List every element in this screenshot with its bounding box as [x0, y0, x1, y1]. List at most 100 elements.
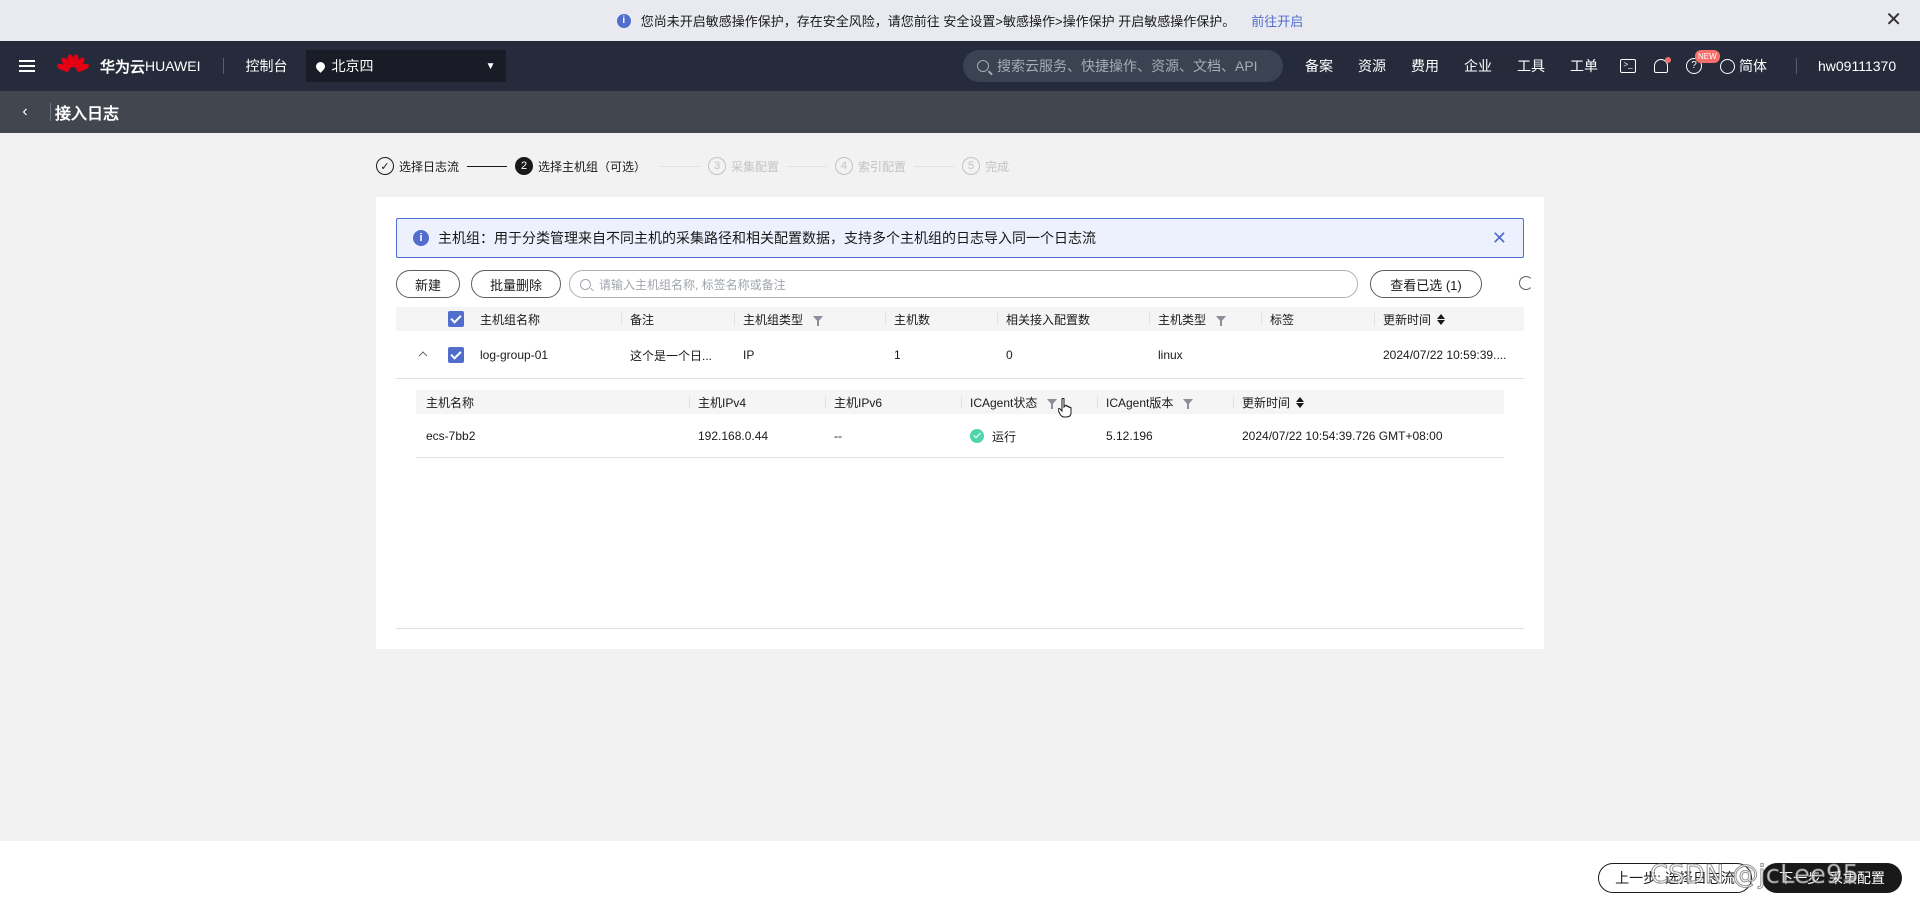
region-select[interactable]: 北京四 ▼ — [305, 50, 506, 82]
language-switch[interactable]: 简体 — [1720, 56, 1767, 76]
step-label: 选择日志流 — [399, 159, 460, 174]
security-notice-bar: i 您尚未开启敏感操作保护，存在安全风险，请您前往 安全设置>敏感操作>操作保护… — [0, 0, 1920, 41]
globe-icon — [1720, 58, 1735, 74]
sort-icon[interactable] — [1296, 396, 1305, 408]
table-toolbar: 新建 批量删除 请输入主机组名称, 标签名称或备注 查看已选 (1) — [396, 270, 1533, 298]
nav-link-tools[interactable]: 工具 — [1517, 56, 1545, 76]
info-icon: i — [616, 13, 631, 28]
col-header-group-type: 主机组类型 — [734, 307, 824, 331]
search-placeholder: 请输入主机组名称, 标签名称或备注 — [599, 277, 786, 292]
step-connector — [660, 165, 701, 167]
host-row[interactable]: ecs-7bb2 192.168.0.44 -- 运行 5.12.196 202… — [416, 414, 1504, 458]
new-host-group-button[interactable]: 新建 — [396, 270, 460, 298]
notice-enable-link[interactable]: 前往开启 — [1251, 11, 1303, 30]
col-header-agent-status: ICAgent状态 — [961, 390, 1058, 414]
menu-icon[interactable] — [0, 41, 54, 91]
filter-icon[interactable] — [1216, 316, 1227, 326]
step-finish: 5 完成 — [962, 157, 1009, 175]
step-collection-config: 3 采集配置 — [708, 157, 779, 175]
filter-icon[interactable] — [813, 316, 824, 326]
sort-icon[interactable] — [1437, 313, 1446, 325]
table-row[interactable]: log-group-01 这个是一个日... IP 1 0 linux 2024… — [396, 331, 1524, 379]
host-group-name: log-group-01 — [480, 348, 549, 362]
agent-status-text: 运行 — [992, 429, 1017, 444]
batch-delete-button[interactable]: 批量删除 — [471, 270, 561, 298]
checkbox-checked-icon — [448, 311, 464, 327]
step-number: 2 — [515, 157, 534, 175]
host-ipv4: 192.168.0.44 — [698, 429, 769, 443]
step-label: 索引配置 — [858, 159, 907, 174]
nav-link-billing[interactable]: 费用 — [1411, 56, 1439, 76]
console-link[interactable]: 控制台 — [246, 56, 288, 76]
step-connector — [914, 165, 955, 167]
step-label: 选择主机组（可选） — [538, 159, 647, 174]
close-icon[interactable]: ✕ — [1885, 10, 1902, 30]
nav-link-enterprise[interactable]: 企业 — [1464, 56, 1492, 76]
col-header-host-updated: 更新时间 — [1233, 390, 1305, 414]
filter-icon[interactable] — [1183, 399, 1194, 409]
nav-link-beian[interactable]: 备案 — [1305, 56, 1333, 76]
host-group-updated: 2024/07/22 10:59:39.... — [1383, 348, 1507, 362]
col-header-agent-version: ICAgent版本 — [1097, 390, 1194, 414]
region-value: 北京四 — [331, 58, 374, 74]
brand-name: 华为云 — [100, 58, 146, 76]
col-header-config-count: 相关接入配置数 — [997, 307, 1090, 331]
page-header: ‹ 接入日志 — [0, 91, 1920, 133]
help-icon[interactable]: ? NEW — [1686, 50, 1720, 74]
wizard-footer: 上一步: 选择日志流 下一步: 采集配置 — [0, 841, 1920, 911]
host-group-card: i 主机组：用于分类管理来自不同主机的采集路径和相关配置数据，支持多个主机组的日… — [376, 197, 1544, 649]
global-search-input[interactable]: 搜索云服务、快捷操作、资源、文档、API — [963, 50, 1283, 82]
wizard-steps: ✓ 选择日志流 2 选择主机组（可选） 3 采集配置 4 索引配置 5 完成 — [376, 156, 1009, 176]
step-index-config: 4 索引配置 — [835, 157, 906, 175]
header-divider — [50, 103, 51, 121]
back-icon[interactable]: ‹ — [0, 91, 50, 133]
host-group-type: IP — [743, 348, 755, 362]
close-icon[interactable]: ✕ — [1492, 228, 1507, 249]
nav-link-tickets[interactable]: 工单 — [1570, 56, 1598, 76]
view-selected-button[interactable]: 查看已选 (1) — [1370, 270, 1482, 298]
col-header-ipv4: 主机IPv4 — [689, 390, 746, 414]
nav-link-resources[interactable]: 资源 — [1358, 56, 1386, 76]
host-group-info-alert: i 主机组：用于分类管理来自不同主机的采集路径和相关配置数据，支持多个主机组的日… — [396, 218, 1524, 258]
checkbox-checked-icon — [448, 347, 464, 363]
location-icon — [313, 59, 327, 73]
col-header-updated: 更新时间 — [1374, 307, 1446, 331]
config-count: 0 — [1006, 348, 1013, 362]
row-checkbox[interactable] — [448, 331, 464, 379]
agent-status: 运行 — [970, 414, 1016, 458]
huawei-logo-icon — [55, 51, 91, 81]
collapse-row-icon[interactable] — [419, 331, 427, 379]
col-header-name: 主机组名称 — [480, 312, 541, 327]
select-all-checkbox[interactable] — [448, 307, 464, 331]
nav-icons: >_ ? NEW 简体 — [1620, 41, 1767, 91]
col-header-host-name: 主机名称 — [426, 395, 475, 410]
agent-version: 5.12.196 — [1106, 429, 1153, 443]
filter-icon[interactable] — [1047, 399, 1058, 409]
terminal-icon[interactable]: >_ — [1620, 59, 1636, 73]
bell-icon[interactable] — [1654, 57, 1671, 73]
card-divider — [396, 628, 1524, 629]
huawei-cloud-logo[interactable]: 华为云 — [55, 51, 146, 81]
brand-sub: HUAWEI — [145, 58, 201, 74]
check-circle-icon — [970, 429, 984, 443]
step-number: 3 — [708, 157, 727, 175]
host-group-table-header: 主机组名称 备注 主机组类型 主机数 相关接入配置数 主机类型 标签 更新时间 — [396, 307, 1524, 331]
notice-text: 您尚未开启敏感操作保护，存在安全风险，请您前往 安全设置>敏感操作>操作保护 开… — [640, 14, 1236, 29]
step-number: 5 — [962, 157, 981, 175]
host-updated: 2024/07/22 10:54:39.726 GMT+08:00 — [1242, 429, 1443, 443]
host-group-remark: 这个是一个日... — [630, 348, 713, 363]
host-ipv6: -- — [834, 429, 842, 443]
user-account[interactable]: hw09111370 — [1818, 41, 1896, 91]
step-label: 完成 — [985, 159, 1010, 174]
host-count: 1 — [894, 348, 901, 362]
refresh-icon[interactable] — [1519, 276, 1533, 290]
top-navigation: 华为云 HUAWEI 控制台 北京四 ▼ 搜索云服务、快捷操作、资源、文档、AP… — [0, 41, 1920, 91]
step-label: 采集配置 — [731, 159, 780, 174]
new-badge: NEW — [1695, 50, 1720, 63]
col-header-host-count: 主机数 — [885, 307, 930, 331]
col-header-tag: 标签 — [1261, 307, 1294, 331]
host-group-search-input[interactable]: 请输入主机组名称, 标签名称或备注 — [569, 270, 1358, 298]
language-label: 简体 — [1739, 58, 1767, 74]
col-header-remark: 备注 — [621, 307, 654, 331]
step-number: 4 — [835, 157, 854, 175]
